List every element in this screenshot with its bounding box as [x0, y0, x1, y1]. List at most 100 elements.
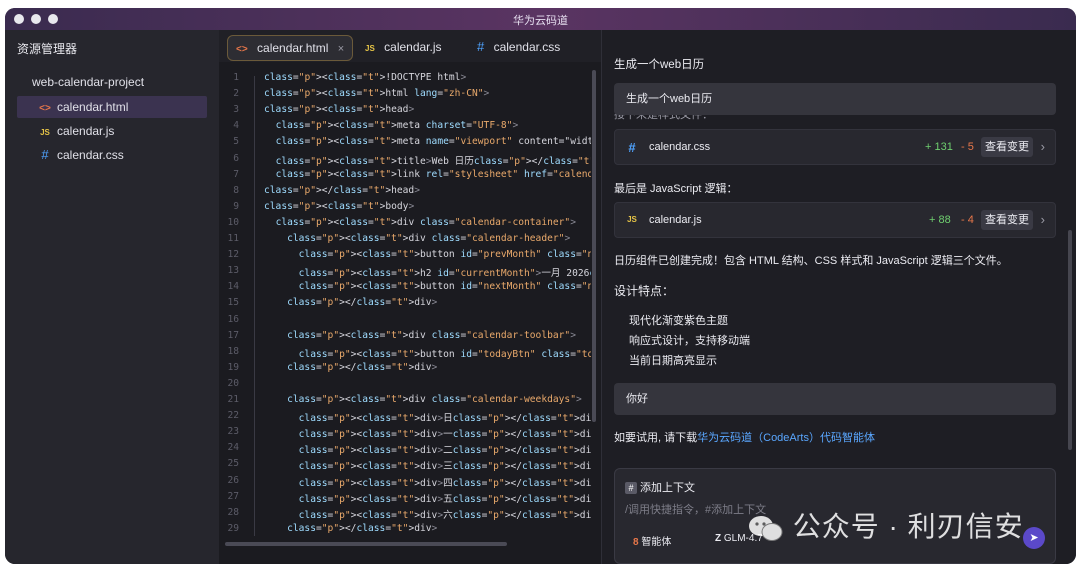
horizontal-scrollbar[interactable]	[225, 542, 507, 546]
wechat-icon	[749, 515, 783, 541]
send-icon[interactable]: ➤	[1023, 527, 1045, 549]
view-changes-button[interactable]: 查看变更	[981, 210, 1033, 230]
added-count: + 131	[925, 141, 953, 153]
reply-text: 如要试用, 请下载华为云码道（CodeArts）代码智能体	[614, 429, 875, 445]
chat-scrollbar[interactable]	[1068, 230, 1072, 450]
line-number: 7	[233, 168, 239, 180]
line-number: 25	[227, 458, 239, 470]
add-context-button[interactable]: # 添加上下文	[625, 479, 695, 495]
code-line: class="p"></class="t">head>	[264, 184, 420, 196]
chevron-right-icon[interactable]: ›	[1041, 212, 1045, 227]
line-number: 18	[227, 345, 239, 357]
line-number: 11	[227, 233, 239, 244]
explorer-sidebar: 资源管理器 web-calendar-project <> calendar.ht…	[5, 30, 219, 564]
removed-count: - 5	[961, 141, 974, 153]
agent-icon: 8	[633, 537, 639, 548]
chevron-right-icon[interactable]: ›	[1041, 139, 1045, 154]
code-line: class="p"></class="t">div>	[287, 522, 438, 534]
code-editor: <> calendar.html × JS calendar.js # cale…	[219, 30, 601, 564]
html-icon: <>	[39, 103, 51, 114]
line-number: 19	[227, 361, 239, 373]
feature-item: 现代化渐变紫色主题	[629, 315, 728, 327]
code-line: class="p"><class="t">button id="nextMont…	[298, 281, 591, 293]
chat-header: 生成一个web日历	[614, 59, 705, 71]
line-number: 1	[233, 72, 239, 83]
watermark-text: 公众号 · 利刃信安	[792, 511, 1024, 542]
line-number: 12	[227, 249, 239, 261]
download-link[interactable]: 华为云码道（CodeArts）代码智能体	[697, 432, 875, 444]
file-item-calendar-html[interactable]: <> calendar.html	[17, 96, 207, 118]
code-line: class="p"><class="t">div>日class="p"></cl…	[298, 413, 591, 425]
code-line: class="p"></class="t">div>	[287, 361, 438, 373]
tab-label: calendar.js	[384, 40, 442, 54]
feature-item: 响应式设计，支持移动端	[629, 335, 750, 347]
change-card-css[interactable]: # calendar.css + 131 - 5 查看变更 ›	[614, 129, 1056, 165]
line-number: 21	[227, 394, 239, 405]
code-line: class="p"><class="t">div>二class="p"></cl…	[298, 445, 591, 457]
css-icon: #	[477, 39, 485, 54]
line-number: 3	[233, 104, 239, 116]
project-folder[interactable]: web-calendar-project	[32, 75, 144, 89]
line-number: 17	[227, 329, 239, 341]
css-icon: #	[41, 147, 49, 162]
line-number: 2	[233, 88, 239, 100]
app-window: 华为云码道 资源管理器 web-calendar-project <> calen…	[5, 8, 1076, 564]
code-line: class="p"><class="t">title>Web 日历class="…	[275, 155, 591, 167]
file-item-calendar-css[interactable]: # calendar.css	[17, 144, 207, 166]
add-context-label: 添加上下文	[640, 482, 695, 494]
file-label: calendar.html	[57, 100, 129, 114]
tab-label: calendar.html	[257, 41, 329, 55]
code-line: class="p"><class="t">div class="calendar…	[287, 329, 576, 341]
code-line: class="p"><class="t">!DOCTYPE html>	[264, 72, 467, 83]
code-line: class="p"><class="t">div>三class="p"></cl…	[298, 461, 591, 473]
line-number: 6	[233, 152, 239, 164]
file-label: calendar.js	[57, 124, 115, 138]
editor-tabs: <> calendar.html × JS calendar.js # cale…	[219, 30, 601, 62]
line-number: 4	[233, 120, 239, 132]
line-number: 23	[227, 426, 239, 438]
line-number: 5	[233, 136, 239, 148]
card-file-name: calendar.js	[649, 214, 702, 226]
agent-label: 智能体	[641, 537, 672, 548]
change-card-js[interactable]: JS calendar.js + 88 - 4 查看变更 ›	[614, 202, 1056, 238]
line-number: 10	[227, 216, 239, 228]
code-line: class="p"><class="t">meta charset="UTF-8…	[275, 120, 519, 132]
chat-input-placeholder[interactable]: /调用快捷指令，#添加上下文	[625, 501, 766, 517]
code-line: class="p"><class="t">link rel="styleshee…	[275, 168, 591, 180]
tab-calendar-css[interactable]: # calendar.css	[477, 35, 560, 59]
code-area[interactable]: 1 class="p"><class="t">!DOCTYPE html> 2 cla…	[219, 72, 591, 538]
js-icon: JS	[627, 215, 637, 224]
agent-selector[interactable]: 8 智能体	[633, 533, 671, 548]
completion-text: 日历组件已创建完成！包含 HTML 结构、CSS 样式和 JavaScript …	[614, 255, 1008, 267]
code-line: class="p"></class="t">div>	[287, 297, 438, 309]
file-item-calendar-js[interactable]: JS calendar.js	[17, 120, 207, 142]
line-number: 8	[233, 184, 239, 196]
watermark: 公众号 · 利刃信安	[748, 505, 1024, 545]
code-line: class="p"><class="t">body>	[264, 200, 415, 212]
line-number: 29	[227, 522, 239, 534]
explorer-heading: 资源管理器	[17, 42, 78, 56]
view-changes-button[interactable]: 查看变更	[981, 137, 1033, 157]
window-title: 华为云码道	[513, 15, 568, 27]
added-count: + 88	[929, 214, 951, 226]
code-line: class="p"><class="t">html lang="zh-CN">	[264, 88, 490, 100]
line-number: 26	[227, 474, 239, 486]
code-line: class="p"><class="t">div>六class="p"></cl…	[298, 509, 591, 521]
line-number: 9	[233, 200, 239, 212]
js-intro-text: 最后是 JavaScript 逻辑：	[614, 183, 738, 195]
close-icon[interactable]: ×	[338, 43, 344, 55]
title-bar: 华为云码道	[5, 8, 1076, 30]
code-line: class="p"><class="t">div>四class="p"></cl…	[298, 477, 591, 489]
user-message: 生成一个web日历	[614, 83, 1056, 115]
features-title: 设计特点：	[614, 284, 675, 298]
code-line: class="p"><class="t">div class="calendar…	[287, 233, 571, 244]
vertical-scrollbar[interactable]	[592, 70, 596, 422]
code-line: class="p"><class="t">div>五class="p"></cl…	[298, 493, 591, 505]
code-line: class="p"><class="t">div class="calendar…	[287, 394, 582, 405]
user-message: 你好	[614, 383, 1056, 415]
tab-calendar-html[interactable]: <> calendar.html ×	[227, 35, 354, 61]
file-label: calendar.css	[57, 148, 124, 162]
tab-calendar-js[interactable]: JS calendar.js	[365, 35, 442, 59]
html-icon: <>	[236, 44, 248, 55]
line-number: 13	[227, 265, 239, 277]
